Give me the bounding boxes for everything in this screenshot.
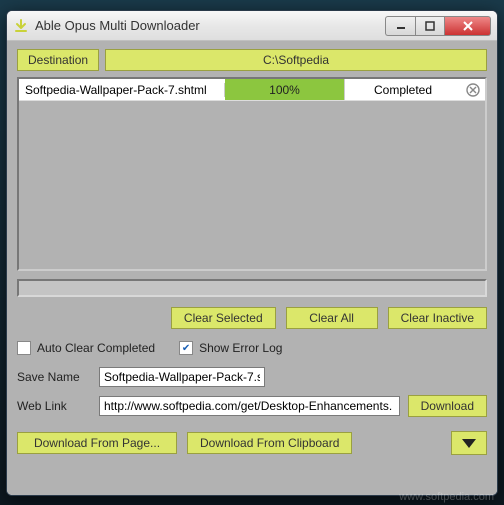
bottom-button-row: Download From Page... Download From Clip… xyxy=(17,431,487,455)
clear-button-row: Clear Selected Clear All Clear Inactive xyxy=(17,307,487,329)
show-error-log-checkbox[interactable]: ✔ xyxy=(179,341,193,355)
dropdown-button[interactable] xyxy=(451,431,487,455)
destination-row: Destination C:\Softpedia xyxy=(17,49,487,71)
download-list: Softpedia-Wallpaper-Pack-7.shtml 100% Co… xyxy=(17,77,487,271)
auto-clear-checkbox[interactable] xyxy=(17,341,31,355)
show-error-log-option[interactable]: ✔ Show Error Log xyxy=(179,341,282,355)
watermark: www.softpedia.com xyxy=(399,491,494,503)
maximize-button[interactable] xyxy=(415,16,445,36)
destination-path[interactable]: C:\Softpedia xyxy=(105,49,487,71)
download-button[interactable]: Download xyxy=(408,395,487,417)
app-window: Able Opus Multi Downloader Destination C… xyxy=(6,10,498,496)
window-title: Able Opus Multi Downloader xyxy=(35,18,385,33)
clear-selected-button[interactable]: Clear Selected xyxy=(171,307,276,329)
client-area: Destination C:\Softpedia Softpedia-Wallp… xyxy=(7,41,497,495)
download-progress: 100% xyxy=(225,79,345,100)
download-from-page-button[interactable]: Download From Page... xyxy=(17,432,177,454)
close-button[interactable] xyxy=(445,16,491,36)
chevron-down-icon xyxy=(462,439,476,448)
status-bar xyxy=(17,279,487,297)
window-controls xyxy=(385,16,491,36)
save-name-row: Save Name xyxy=(17,367,487,387)
download-name: Softpedia-Wallpaper-Pack-7.shtml xyxy=(19,83,225,97)
clear-all-button[interactable]: Clear All xyxy=(286,307,378,329)
web-link-row: Web Link Download xyxy=(17,395,487,417)
download-from-clipboard-button[interactable]: Download From Clipboard xyxy=(187,432,352,454)
auto-clear-option[interactable]: Auto Clear Completed xyxy=(17,341,155,355)
minimize-button[interactable] xyxy=(385,16,415,36)
auto-clear-label: Auto Clear Completed xyxy=(37,341,155,355)
web-link-input[interactable] xyxy=(99,396,400,416)
clear-inactive-button[interactable]: Clear Inactive xyxy=(388,307,487,329)
titlebar[interactable]: Able Opus Multi Downloader xyxy=(7,11,497,41)
download-status: Completed xyxy=(345,83,461,97)
options-row: Auto Clear Completed ✔ Show Error Log xyxy=(17,341,487,355)
download-row[interactable]: Softpedia-Wallpaper-Pack-7.shtml 100% Co… xyxy=(19,79,485,101)
save-name-label: Save Name xyxy=(17,370,91,384)
cancel-download-button[interactable] xyxy=(461,83,485,97)
show-error-log-label: Show Error Log xyxy=(199,341,282,355)
close-icon xyxy=(466,83,480,97)
destination-label: Destination xyxy=(17,49,99,71)
web-link-label: Web Link xyxy=(17,399,91,413)
app-icon xyxy=(13,18,29,34)
save-name-input[interactable] xyxy=(99,367,265,387)
